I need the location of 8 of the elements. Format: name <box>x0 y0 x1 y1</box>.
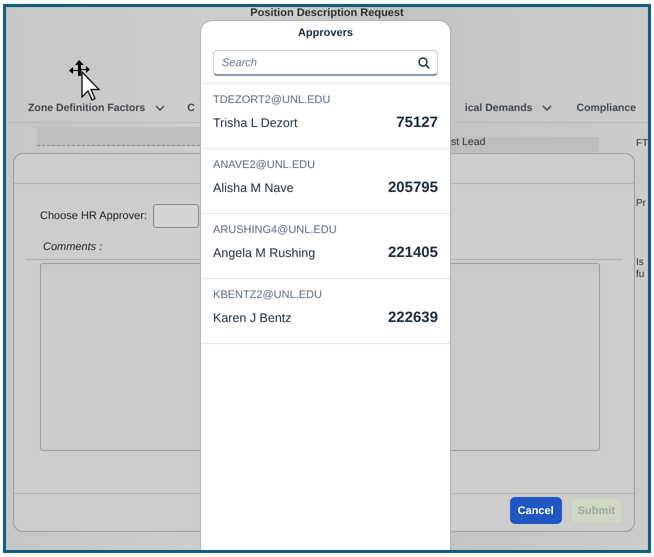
field-label: fu <box>636 269 644 280</box>
popover-title: Approvers <box>296 26 354 41</box>
field-label: Pr <box>636 198 646 209</box>
field-label: FT <box>636 138 648 149</box>
field-label: Choose HR Approver: <box>40 210 147 222</box>
field-label: st Lead <box>451 136 486 148</box>
field-label: Is <box>636 257 644 268</box>
page-title: Position Description Request <box>249 7 405 19</box>
